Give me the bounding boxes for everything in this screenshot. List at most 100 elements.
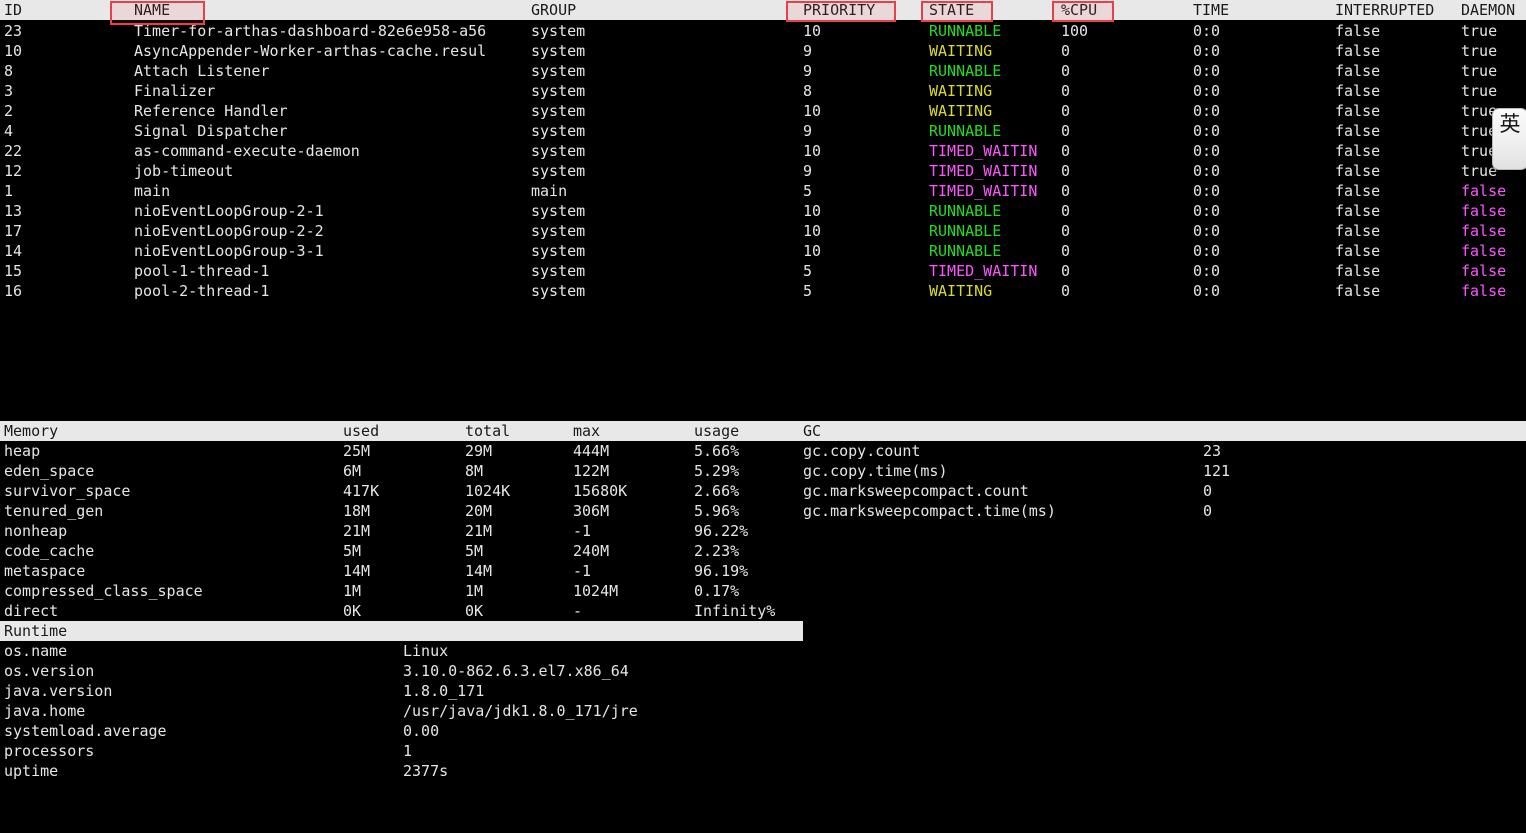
memory-name: code_cache bbox=[4, 542, 95, 560]
memory-column-header-used: used bbox=[343, 422, 380, 440]
thread-priority: 5 bbox=[803, 182, 813, 200]
thread-row[interactable]: 17 nioEventLoopGroup-2-2 system 10 RUNNABLE 0… bbox=[0, 221, 1526, 241]
thread-group: system bbox=[531, 62, 586, 80]
thread-state: WAITING bbox=[929, 282, 993, 300]
thread-name: nioEventLoopGroup-2-1 bbox=[134, 202, 324, 220]
thread-group: system bbox=[531, 262, 586, 280]
memory-max: 444M bbox=[573, 442, 610, 460]
runtime-name: uptime bbox=[4, 762, 59, 780]
thread-id: 10 bbox=[4, 42, 23, 60]
memory-name: metaspace bbox=[4, 562, 86, 580]
thread-row[interactable]: 4 Signal Dispatcher system 9 RUNNABLE 0 0:0 fal… bbox=[0, 121, 1526, 141]
memory-name: direct bbox=[4, 602, 59, 620]
thread-group: system bbox=[531, 242, 586, 260]
threads-column-header-priority: PRIORITY bbox=[803, 1, 876, 19]
runtime-row: processors 1 bbox=[0, 741, 1526, 761]
thread-row[interactable]: 23 Timer-for-arthas-dashboard-82e6e958-a5… bbox=[0, 21, 1526, 41]
memory-column-header-max: max bbox=[573, 422, 601, 440]
runtime-row: java.version 1.8.0_171 bbox=[0, 681, 1526, 701]
thread-time: 0:0 bbox=[1193, 182, 1221, 200]
runtime-name: systemload.average bbox=[4, 722, 167, 740]
runtime-row: os.name Linux bbox=[0, 641, 1526, 661]
memory-max: -1 bbox=[573, 522, 592, 540]
runtime-value: 1.8.0_171 bbox=[403, 682, 485, 700]
thread-row[interactable]: 2 Reference Handler system 10 WAITING 0 0:0 fal… bbox=[0, 101, 1526, 121]
thread-state: RUNNABLE bbox=[929, 122, 1002, 140]
thread-interrupted: false bbox=[1335, 82, 1381, 100]
threads-header-band: ID NAME GROUP PRIORITY STATE %CPU TIME INTERRUP… bbox=[0, 0, 1526, 20]
memory-row: tenured_gen 18M 20M 306M 5.96% gc.marksweepco… bbox=[0, 501, 1526, 521]
thread-row[interactable]: 1 main main 5 TIMED_WAITIN 0 0:0 false false bbox=[0, 181, 1526, 201]
thread-interrupted: false bbox=[1335, 282, 1381, 300]
memory-used: 5M bbox=[343, 542, 362, 560]
memory-name: eden_space bbox=[4, 462, 95, 480]
thread-interrupted: false bbox=[1335, 102, 1381, 120]
thread-daemon: false bbox=[1461, 242, 1507, 260]
thread-daemon: false bbox=[1461, 282, 1507, 300]
thread-cpu: 0 bbox=[1061, 282, 1071, 300]
memory-total: 5M bbox=[465, 542, 484, 560]
thread-row[interactable]: 22 as-command-execute-daemon system 10 TIMED… bbox=[0, 141, 1526, 161]
memory-used: 6M bbox=[343, 462, 362, 480]
thread-group: system bbox=[531, 282, 586, 300]
memory-usage: 2.23% bbox=[694, 542, 740, 560]
thread-name: Signal Dispatcher bbox=[134, 122, 288, 140]
thread-state: RUNNABLE bbox=[929, 222, 1002, 240]
thread-state: TIMED_WAITIN bbox=[929, 182, 1038, 200]
thread-name: Timer-for-arthas-dashboard-82e6e958-a56 bbox=[134, 22, 487, 40]
memory-name: nonheap bbox=[4, 522, 68, 540]
thread-state: WAITING bbox=[929, 42, 993, 60]
thread-row[interactable]: 16 pool-2-thread-1 system 5 WAITING 0 0:0 false… bbox=[0, 281, 1526, 301]
gc-value: 121 bbox=[1203, 462, 1231, 480]
runtime-name: os.name bbox=[4, 642, 68, 660]
memory-name: tenured_gen bbox=[4, 502, 104, 520]
thread-name: pool-1-thread-1 bbox=[134, 262, 270, 280]
runtime-name: os.version bbox=[4, 662, 95, 680]
memory-used: 21M bbox=[343, 522, 371, 540]
thread-daemon: false bbox=[1461, 182, 1507, 200]
threads-column-header-time: TIME bbox=[1193, 1, 1230, 19]
runtime-row: uptime 2377s bbox=[0, 761, 1526, 781]
thread-state: WAITING bbox=[929, 102, 993, 120]
thread-interrupted: false bbox=[1335, 182, 1381, 200]
thread-cpu: 0 bbox=[1061, 102, 1071, 120]
thread-time: 0:0 bbox=[1193, 162, 1221, 180]
thread-priority: 10 bbox=[803, 22, 822, 40]
thread-cpu: 0 bbox=[1061, 242, 1071, 260]
memory-usage: 96.19% bbox=[694, 562, 749, 580]
thread-row[interactable]: 12 job-timeout system 9 TIMED_WAITIN 0 0:0 fals… bbox=[0, 161, 1526, 181]
thread-group: main bbox=[531, 182, 568, 200]
thread-priority: 10 bbox=[803, 202, 822, 220]
thread-cpu: 0 bbox=[1061, 262, 1071, 280]
memory-section: Memory used total max usage GC heap 25M 29M 444M… bbox=[0, 421, 1526, 621]
thread-time: 0:0 bbox=[1193, 42, 1221, 60]
gc-name: gc.copy.time(ms) bbox=[803, 462, 948, 480]
threads-column-header-id: ID bbox=[4, 1, 23, 19]
memory-used: 14M bbox=[343, 562, 371, 580]
thread-interrupted: false bbox=[1335, 62, 1381, 80]
memory-used: 417K bbox=[343, 482, 380, 500]
threads-column-header-state: STATE bbox=[929, 1, 975, 19]
threads-column-header-cpu: %CPU bbox=[1061, 1, 1098, 19]
ime-indicator[interactable]: 英 bbox=[1492, 108, 1526, 170]
thread-priority: 10 bbox=[803, 222, 822, 240]
thread-id: 16 bbox=[4, 282, 23, 300]
memory-total: 1024K bbox=[465, 482, 511, 500]
thread-row[interactable]: 8 Attach Listener system 9 RUNNABLE 0 0:0 false… bbox=[0, 61, 1526, 81]
thread-row[interactable]: 3 Finalizer system 8 WAITING 0 0:0 false true bbox=[0, 81, 1526, 101]
thread-name: AsyncAppender-Worker-arthas-cache.resul bbox=[134, 42, 487, 60]
memory-used: 0K bbox=[343, 602, 362, 620]
thread-cpu: 0 bbox=[1061, 82, 1071, 100]
thread-name: Finalizer bbox=[134, 82, 216, 100]
thread-time: 0:0 bbox=[1193, 262, 1221, 280]
thread-id: 8 bbox=[4, 62, 14, 80]
memory-max: -1 bbox=[573, 562, 592, 580]
memory-row: nonheap 21M 21M -1 96.22% bbox=[0, 521, 1526, 541]
thread-row[interactable]: 10 AsyncAppender-Worker-arthas-cache.resu… bbox=[0, 41, 1526, 61]
thread-row[interactable]: 13 nioEventLoopGroup-2-1 system 10 RUNNABLE 0… bbox=[0, 201, 1526, 221]
thread-name: as-command-execute-daemon bbox=[134, 142, 360, 160]
thread-daemon: false bbox=[1461, 202, 1507, 220]
memory-usage: 0.17% bbox=[694, 582, 740, 600]
thread-row[interactable]: 15 pool-1-thread-1 system 5 TIMED_WAITIN 0 0:0… bbox=[0, 261, 1526, 281]
thread-row[interactable]: 14 nioEventLoopGroup-3-1 system 10 RUNNABLE 0… bbox=[0, 241, 1526, 261]
